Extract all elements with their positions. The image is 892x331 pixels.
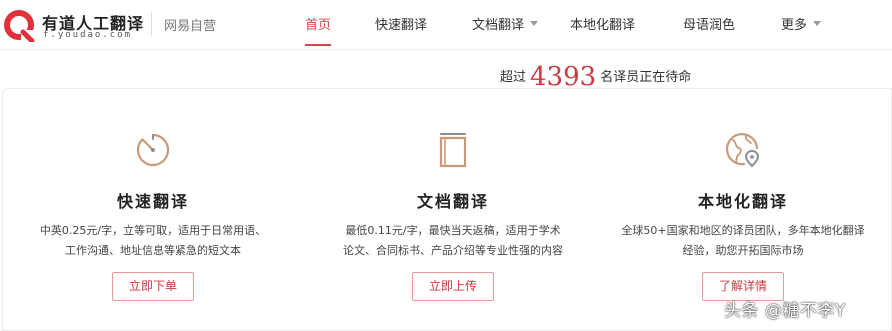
card-description: 最低0.11元/字，最快当天返稿，适用于学术 论文、合同标书、产品介绍等专业性强… [315,221,591,261]
card-title: 文档翻译 [416,192,489,211]
top-header: 有道人工翻译 f.youdao.com 网易自营 首页 快速翻译 文档翻译 本地… [0,0,892,50]
card-description-line: 最低0.11元/字，最快当天返稿，适用于学术 [345,224,561,237]
nav-item-more-label: 更多 [781,18,808,33]
logo-url: f.youdao.com [43,30,133,40]
services-panel: 快速翻译 中英0.25元/字，立等可取，适用于日常用语、 工作沟通、地址信息等紧… [2,88,892,331]
stopwatch-icon [136,133,170,167]
card-description-line: 全球50+国家和地区的译员团队，多年本地化翻译 [621,224,865,237]
nav-item-home[interactable]: 首页 [305,14,332,46]
card-description-line: 工作沟通、地址信息等紧急的短文本 [65,244,241,257]
waiting-prefix: 超过 [500,70,527,85]
order-now-button[interactable]: 立即下单 [112,272,194,301]
sub-brand: 网易自营 [164,19,217,34]
chevron-down-icon [813,21,822,26]
nav-item-native-polish[interactable]: 母语润色 [683,14,735,33]
nav-item-localization[interactable]: 本地化翻译 [570,14,635,33]
youdao-logo-icon [4,10,35,42]
chevron-down-icon [530,21,539,26]
nav-item-fast-translation[interactable]: 快速翻译 [375,14,427,33]
card-description-line: 论文、合同标书、产品介绍等专业性强的内容 [343,244,563,257]
upload-now-button[interactable]: 立即上传 [412,272,494,301]
service-card-localization: 本地化翻译 全球50+国家和地区的译员团队，多年本地化翻译 经验，助您开拓国际市… [593,89,892,331]
youdao-logo[interactable]: 有道人工翻译 f.youdao.com [2,6,162,46]
watermark-text: 头条 @糖不李Y [724,301,846,321]
card-description-line: 中英0.25元/字，立等可取，适用于日常用语、 [39,224,267,237]
service-card-document: 文档翻译 最低0.11元/字，最快当天返稿，适用于学术 论文、合同标书、产品介绍… [303,89,603,331]
card-description: 中英0.25元/字，立等可取，适用于日常用语、 工作沟通、地址信息等紧急的短文本 [15,221,291,261]
card-title: 快速翻译 [116,192,189,211]
header-divider [151,12,152,36]
service-card-fast: 快速翻译 中英0.25元/字，立等可取，适用于日常用语、 工作沟通、地址信息等紧… [3,89,303,331]
waiting-suffix: 名译员正在待命 [600,70,692,85]
document-icon [439,133,467,168]
card-description: 全球50+国家和地区的译员团队，多年本地化翻译 经验，助您开拓国际市场 [605,221,881,261]
nav-item-document-translation-label: 文档翻译 [472,18,525,33]
card-description-line: 经验，助您开拓国际市场 [682,244,804,257]
card-title: 本地化翻译 [697,192,788,211]
globe-location-icon [725,133,760,168]
nav-item-more[interactable]: 更多 [781,14,822,33]
nav-item-document-translation[interactable]: 文档翻译 [472,14,539,33]
